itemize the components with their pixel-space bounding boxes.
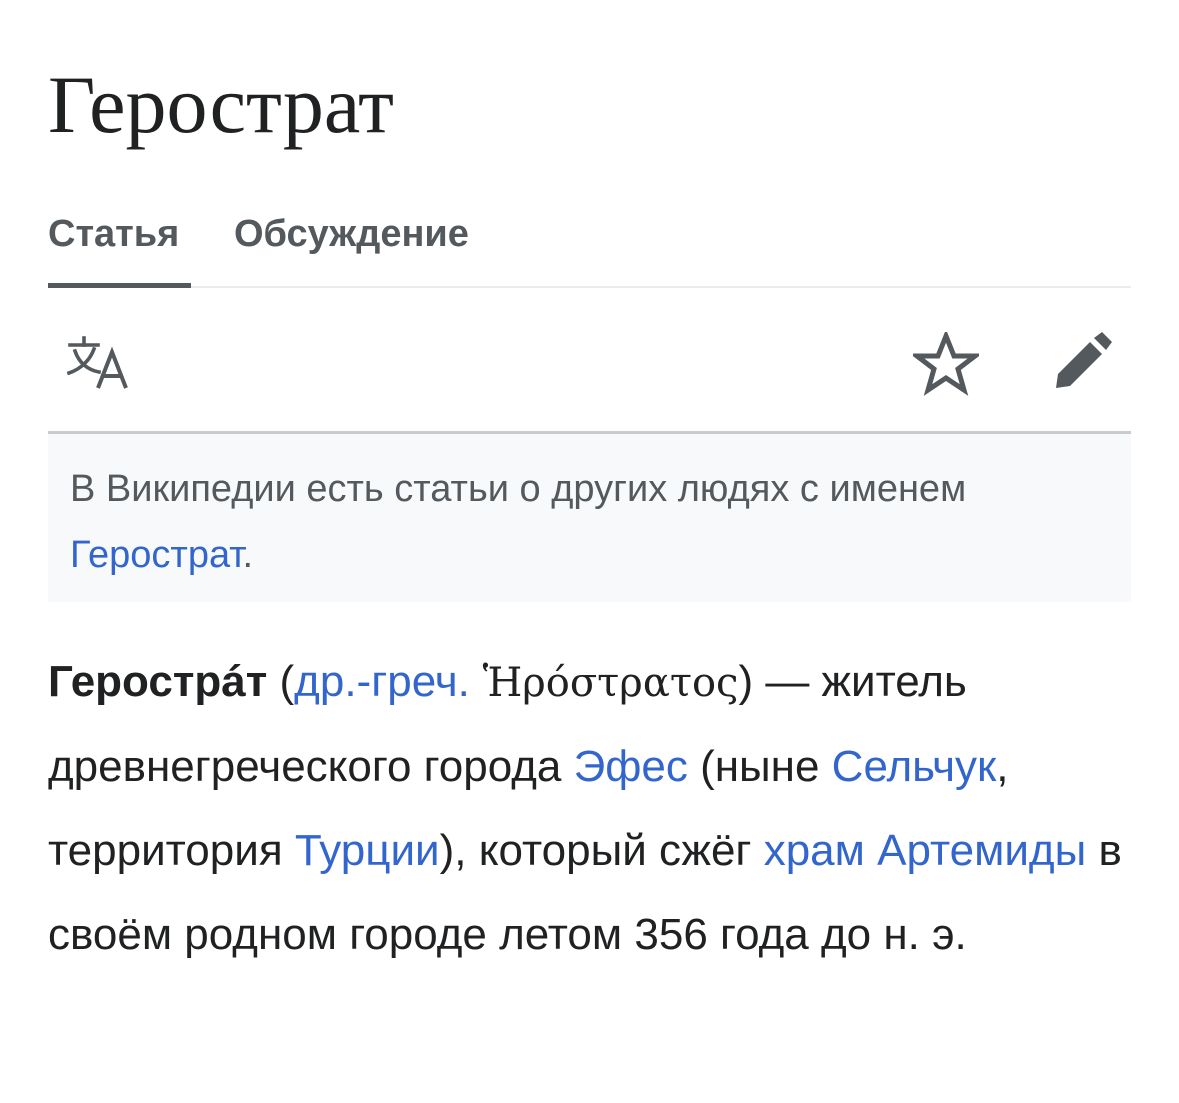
- lead-text: (: [267, 657, 295, 706]
- link-ephesus[interactable]: Эфес: [574, 742, 688, 791]
- hatnote-link-herostratus[interactable]: Герострат: [70, 534, 242, 576]
- lead-bold-name: Герострáт: [48, 657, 268, 706]
- page-actions-toolbar: [48, 290, 1131, 434]
- pencil-icon: [1056, 332, 1112, 388]
- link-ancient-greek[interactable]: др.-греч.: [294, 657, 470, 706]
- lead-paragraph: Герострáт (др.-греч. Ἡρόστρατος) — жител…: [48, 640, 1131, 977]
- hatnote-period: .: [242, 534, 254, 576]
- tab-talk[interactable]: Обсуждение: [234, 208, 469, 286]
- lead-text: ), который сжёг: [439, 826, 764, 875]
- language-translate-icon: [66, 336, 128, 389]
- link-turkey[interactable]: Турции: [295, 826, 440, 875]
- link-temple-of-artemis[interactable]: храм Артемиды: [764, 826, 1087, 875]
- language-button[interactable]: [62, 332, 134, 392]
- page-tabs: Статья Обсуждение: [48, 208, 1131, 288]
- edit-button[interactable]: [1046, 326, 1118, 398]
- greek-name: Ἡρόστρατος: [469, 660, 739, 706]
- link-selcuk[interactable]: Сельчук: [832, 742, 997, 791]
- watch-star-button[interactable]: [910, 328, 982, 400]
- disambiguation-hatnote: В Википедии есть статьи о других людях с…: [48, 434, 1131, 602]
- star-icon: [913, 332, 979, 396]
- page-title: Герострат: [48, 59, 394, 150]
- tab-article[interactable]: Статья: [48, 208, 191, 288]
- hatnote-text: В Википедии есть статьи о других людях с…: [70, 468, 967, 510]
- lead-text: (ныне: [687, 742, 832, 791]
